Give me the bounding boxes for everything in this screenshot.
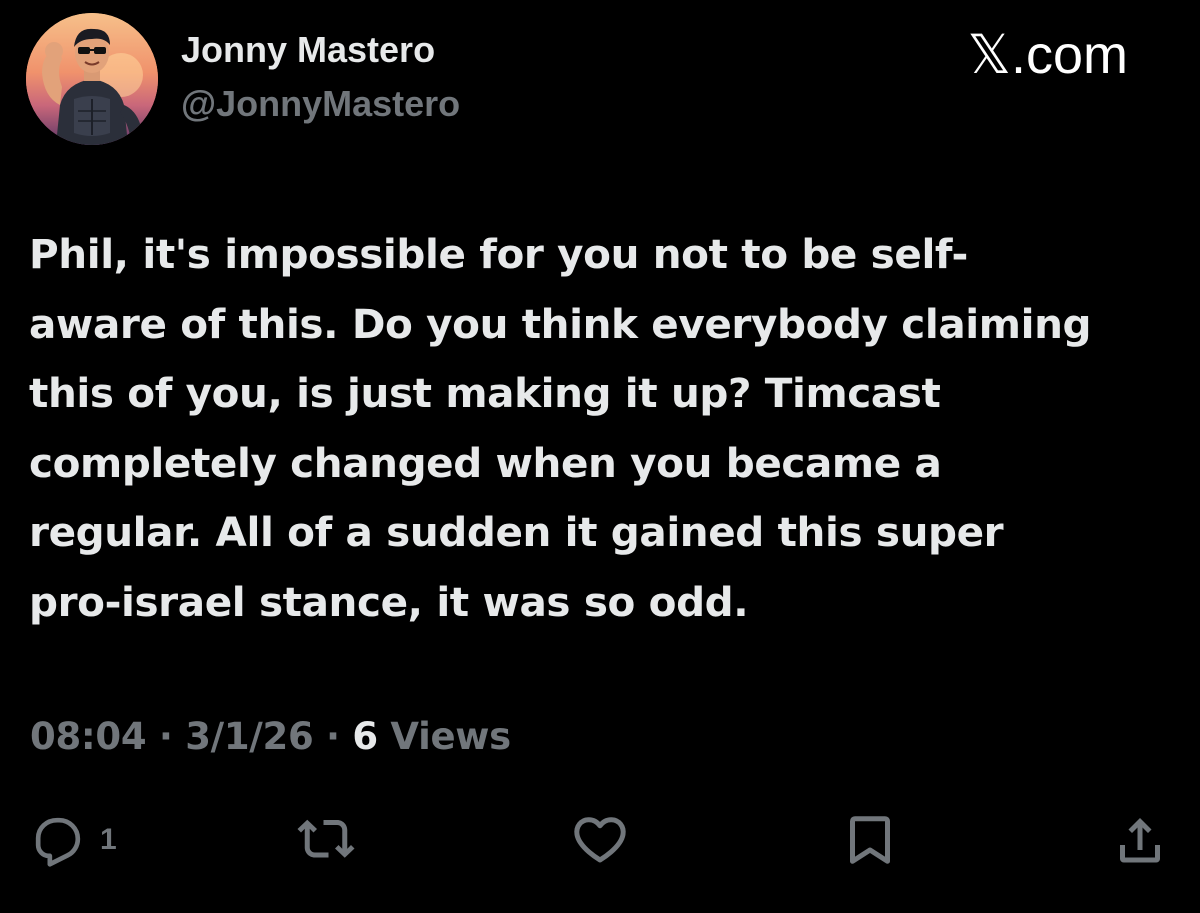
tweet-text: Phil, it's impossible for you not to be … [29, 220, 1179, 637]
reply-button[interactable]: 1 [30, 805, 117, 875]
tweet-card: Jonny Mastero @JonnyMastero 𝕏.com Phil, … [0, 0, 1200, 913]
display-name[interactable]: Jonny Mastero [181, 28, 435, 72]
bookmark-icon [850, 816, 890, 864]
brand-text: 𝕏.com [967, 25, 1128, 85]
views-count: 6 [352, 715, 378, 758]
action-bar: 1 [0, 805, 1200, 875]
tweet-time[interactable]: 08:04 [30, 715, 147, 758]
user-handle[interactable]: @JonnyMastero [181, 82, 460, 126]
meta-separator: · [146, 715, 186, 758]
retweet-icon [297, 819, 355, 858]
retweet-button[interactable] [296, 805, 356, 875]
meta-separator: · [313, 715, 353, 758]
views-label: Views [377, 715, 511, 758]
tweet-text-line: Phil, it's impossible for you not to be … [29, 230, 968, 278]
share-button[interactable] [1110, 805, 1170, 875]
like-icon [574, 817, 626, 863]
avatar[interactable] [26, 13, 158, 145]
tweet-text-line: completely changed when you became a [29, 438, 942, 487]
tweet-date[interactable]: 3/1/26 [185, 715, 314, 758]
x-logo-watermark: 𝕏.com [967, 28, 1128, 82]
reply-icon [35, 817, 81, 867]
tweet-text-line: aware of this. Do you think everybody cl… [29, 299, 1092, 348]
like-button[interactable] [570, 805, 630, 875]
bookmark-button[interactable] [840, 805, 900, 875]
tweet-text-line: this of you, is just making it up? Timca… [29, 369, 941, 417]
tweet-text-line: regular. All of a sudden it gained this … [29, 508, 1004, 556]
share-icon [1120, 818, 1160, 863]
tweet-text-line: pro-israel stance, it was so odd. [29, 577, 749, 626]
reply-count: 1 [100, 823, 117, 856]
tweet-meta: 08:04 · 3/1/26 · 6 Views [30, 712, 511, 762]
